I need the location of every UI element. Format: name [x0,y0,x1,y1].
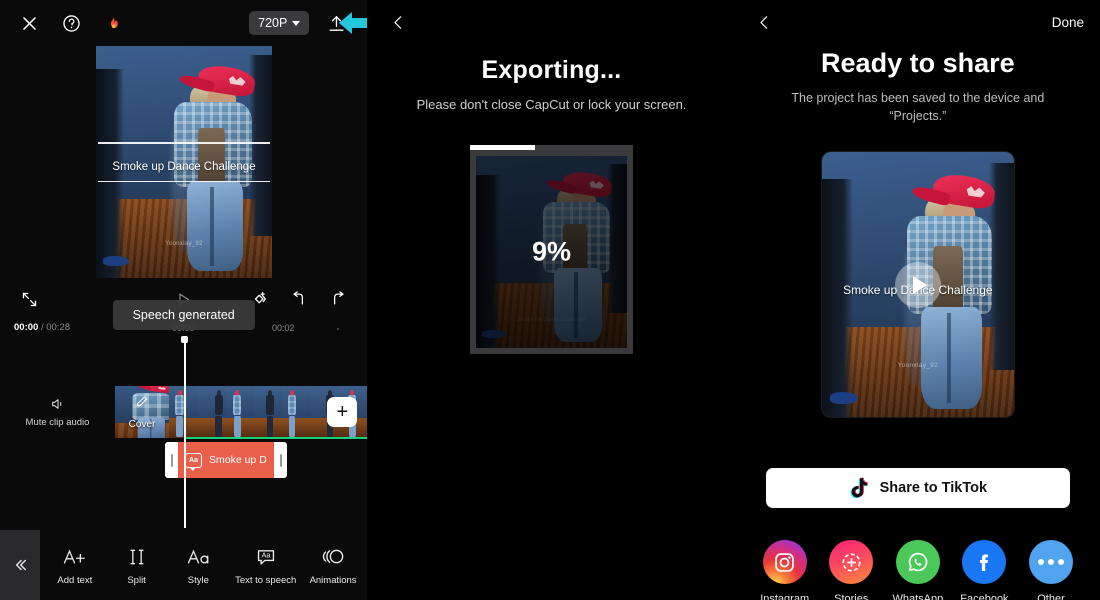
done-button[interactable]: Done [1052,15,1084,30]
tool-label: Add text [57,574,93,586]
annotation-arrow [339,12,368,34]
share-stories-button[interactable]: Stories [822,540,880,600]
share-panel: Done Ready to share The project has been… [735,0,1100,600]
playhead[interactable] [181,336,187,528]
export-progress-area: Smoke up Dance Challenge 9% [470,145,633,354]
social-label: Facebook [960,593,1009,600]
export-header [369,0,733,44]
share-instagram-button[interactable]: Instagram [756,540,814,600]
more-dots-icon [1028,540,1073,585]
add-clip-button[interactable]: + [327,397,358,427]
play-icon[interactable] [894,261,941,308]
editor-panel: 720P Yoonxlay_92 Smoke up Dance Challeng… [0,0,368,600]
add-text-icon [62,545,87,569]
social-share-row: Instagram Stories WhatsApp Facebook Othe… [736,540,1100,600]
export-panel: Exporting... Please don't close CapCut o… [369,0,734,600]
style-button[interactable]: Style [173,545,223,586]
svg-text:Aa: Aa [261,550,271,559]
text-to-speech-icon: Aa [254,545,278,569]
share-other-button[interactable]: Other [1022,540,1080,600]
export-preview-frame: Smoke up Dance Challenge 9% [470,150,633,354]
export-progress-text: 9% [531,236,572,267]
timeline[interactable]: Mute clip audio Cover + Aa Smoke up D [0,336,368,528]
share-to-tiktok-button[interactable]: Share to TikTok [765,468,1070,509]
overlay-text: Smoke up Dance Challenge [112,160,256,173]
editor-top-bar: 720P [0,0,368,46]
social-label: Stories [834,593,869,600]
redo-icon[interactable] [323,284,353,314]
animations-button[interactable]: Animations [308,545,358,586]
mute-clip-audio-label: Mute clip audio [25,417,90,428]
trim-handle-right[interactable] [274,442,287,478]
whatsapp-icon [895,540,940,585]
share-title: Ready to share [821,48,1015,78]
timecode: 00:00 / 00:28 [14,322,70,333]
share-header: Done [736,0,1100,44]
flame-icon[interactable] [98,8,128,38]
instagram-icon [762,540,807,585]
screenshot-root: 720P Yoonxlay_92 Smoke up Dance Challeng… [0,0,1100,600]
export-title: Exporting... [481,56,622,84]
share-to-tiktok-label: Share to TikTok [879,480,988,497]
cover-thumbnail[interactable]: Cover [115,386,169,438]
split-button[interactable]: Split [112,545,162,586]
tool-label: Split [127,574,146,586]
split-icon [126,545,148,569]
facebook-icon [962,540,1007,585]
text-clip[interactable]: Aa Smoke up D [178,442,274,478]
preview-area: Yoonxlay_92 Smoke up Dance Challenge [0,46,367,278]
chevron-left-icon[interactable] [752,9,778,35]
cover-label: Cover [128,419,156,430]
tool-label: Animations [309,574,357,586]
export-video-preview: Smoke up Dance Challenge 9% [476,156,627,348]
text-caption-icon: Aa [185,452,202,471]
stories-icon [829,540,874,585]
tool-label: Text to speech [235,574,297,586]
chevron-left-icon[interactable] [385,9,411,35]
share-whatsapp-button[interactable]: WhatsApp [889,540,947,600]
toast-message: Speech generated [112,300,255,330]
share-subtitle: The project has been saved to the device… [791,91,1045,124]
style-icon [186,545,211,569]
close-icon[interactable] [14,8,44,38]
chevron-down-icon [292,20,301,26]
expand-icon[interactable] [14,284,44,314]
text-clip-label: Smoke up D [209,454,267,466]
current-time: 00:00 [14,322,39,333]
tiktok-icon [850,478,868,499]
mute-clip-audio-button[interactable]: Mute clip audio [0,386,115,438]
resolution-selector[interactable]: 720P [249,11,310,35]
share-facebook-button[interactable]: Facebook [955,540,1013,600]
social-label: Other [1037,593,1065,600]
help-circle-icon[interactable] [56,8,86,38]
share-video-preview[interactable]: Smoke up Dance Challenge Yoonxlay_92 [821,152,1014,418]
social-label: Instagram [760,593,810,600]
text-to-speech-button[interactable]: Aa Text to speech [235,545,296,586]
pencil-icon [136,395,149,413]
undo-icon[interactable] [284,284,314,314]
export-subtitle: Please don't close CapCut or lock your s… [416,97,687,112]
add-text-button[interactable]: Add text [50,545,100,586]
video-preview[interactable]: Yoonxlay_92 Smoke up Dance Challenge [96,46,272,278]
filmstrip[interactable]: + [169,386,368,438]
bottom-toolbar: Add text Split Style Aa Text to speech A… [0,530,368,600]
trim-handle-left[interactable] [165,442,178,478]
track-highlight [185,437,368,439]
ruler-tick-1: 00:02 [272,323,295,333]
animations-icon [320,545,346,569]
speaker-icon [51,399,61,409]
watermark: Yoonxlay_92 [897,361,938,369]
total-time: / 00:28 [40,322,71,333]
watermark: Yoonxlay_92 [165,240,203,247]
social-label: WhatsApp [892,593,944,600]
double-chevron-left-icon[interactable] [0,530,40,600]
resolution-label: 720P [258,16,288,30]
tool-label: Style [187,574,209,586]
